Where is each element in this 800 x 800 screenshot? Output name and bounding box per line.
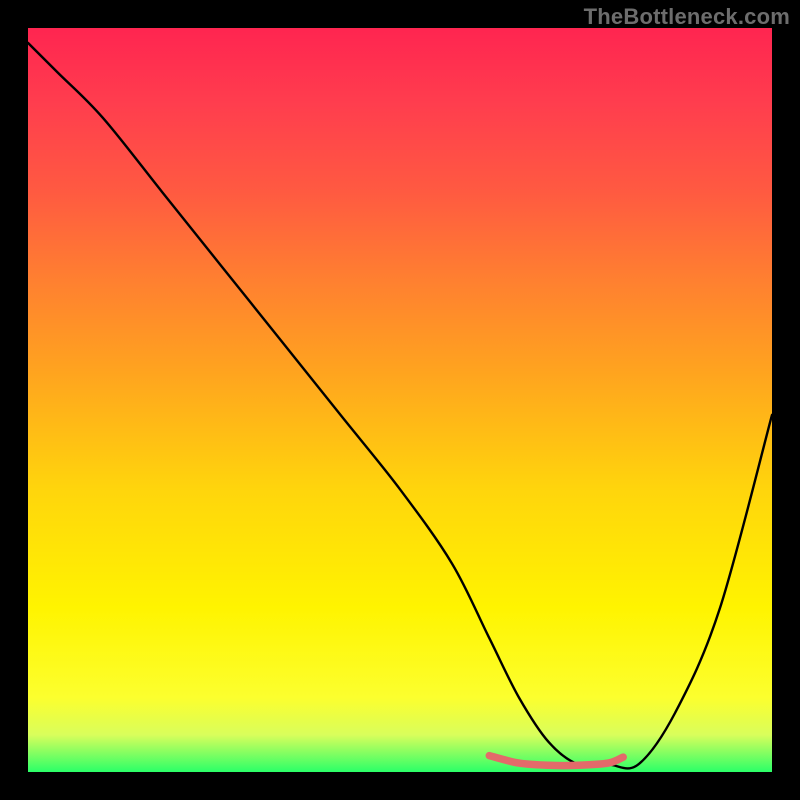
chart-background-gradient	[28, 28, 772, 772]
chart-frame	[28, 28, 772, 772]
watermark-text: TheBottleneck.com	[584, 4, 790, 30]
